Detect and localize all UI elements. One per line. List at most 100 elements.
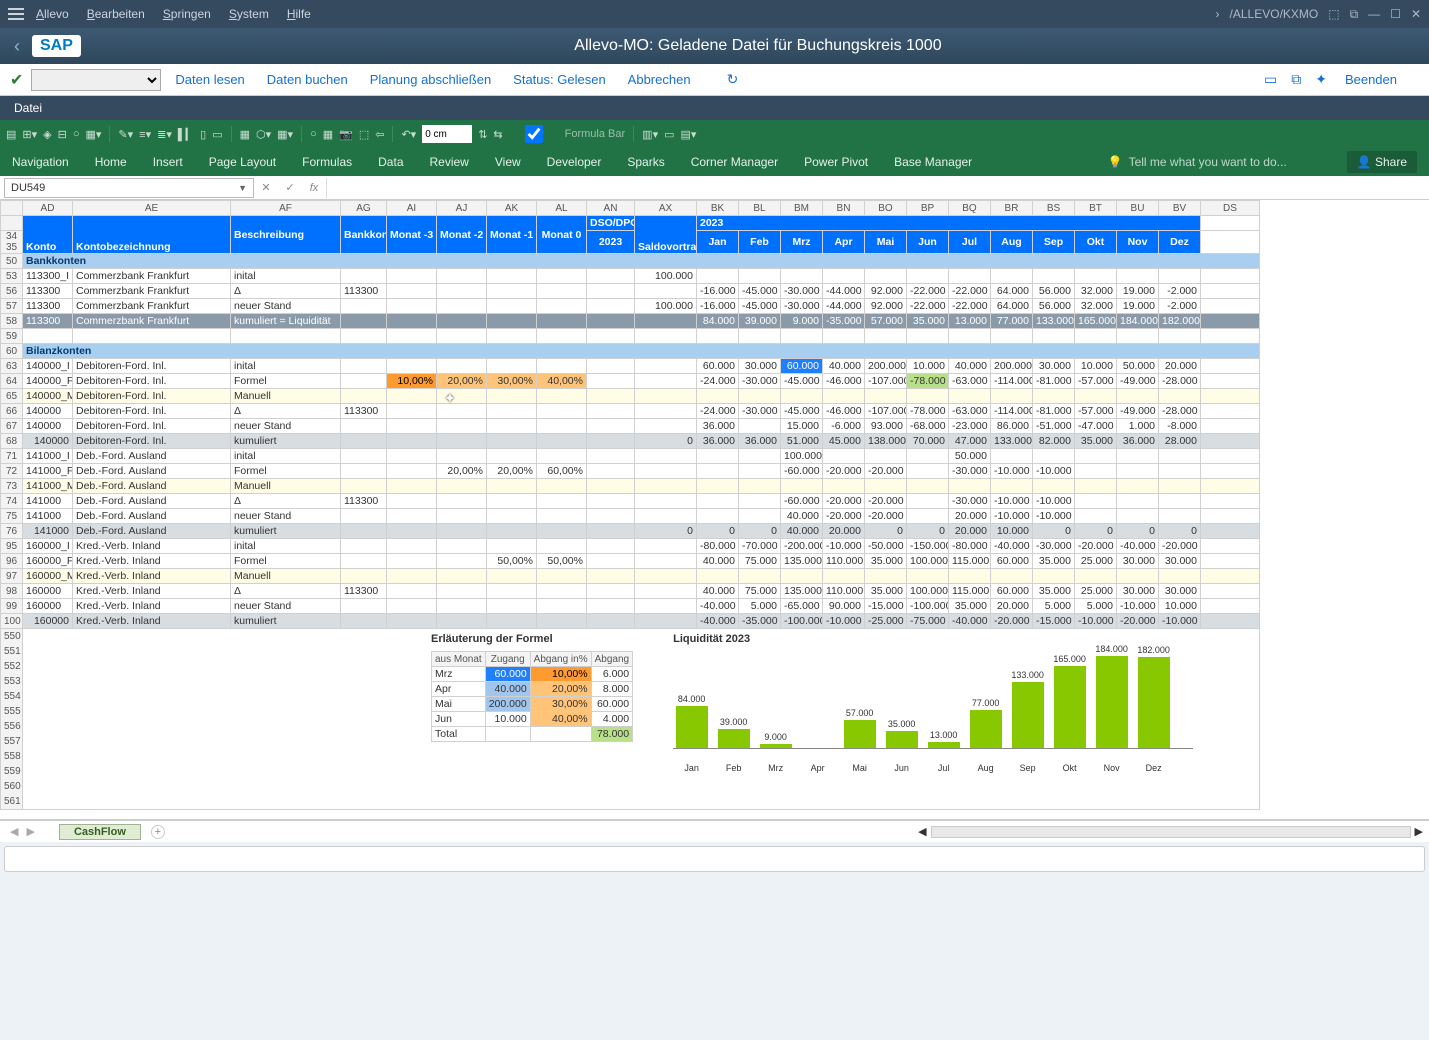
- layout-icon[interactable]: ▦▾: [86, 128, 102, 141]
- col-head[interactable]: DS: [1201, 201, 1260, 216]
- window-icon[interactable]: ▭: [1264, 71, 1277, 88]
- scroll-right-icon[interactable]: ▶: [1415, 825, 1423, 838]
- menu-springen[interactable]: Springen: [163, 7, 211, 21]
- sheet-prev-icon[interactable]: ◀: [10, 825, 18, 838]
- link-daten-buchen[interactable]: Daten buchen: [267, 72, 348, 87]
- col-head[interactable]: BO: [865, 201, 907, 216]
- cells-icon[interactable]: ▦▾: [277, 128, 293, 141]
- fx-confirm-icon[interactable]: ✓: [278, 181, 302, 194]
- col-icon[interactable]: ▥▾: [642, 128, 658, 141]
- col-head[interactable]: BL: [739, 201, 781, 216]
- col-head[interactable]: AE: [73, 201, 231, 216]
- sheet-tab-cashflow[interactable]: CashFlow: [59, 824, 141, 840]
- vruler-icon[interactable]: ⇅: [478, 128, 487, 141]
- bar-icon[interactable]: ▌▎: [178, 128, 194, 141]
- tab-insert[interactable]: Insert: [153, 155, 183, 169]
- col-head[interactable]: BQ: [949, 201, 991, 216]
- pin-icon[interactable]: ⬚: [1328, 7, 1339, 21]
- tab-corner-manager[interactable]: Corner Manager: [691, 155, 778, 169]
- tab-base-manager[interactable]: Base Manager: [894, 155, 972, 169]
- tab-view[interactable]: View: [495, 155, 521, 169]
- col-head[interactable]: AX: [635, 201, 697, 216]
- menu-bearbeiten[interactable]: Bearbeiten: [87, 7, 145, 21]
- refresh-icon[interactable]: ↻: [727, 71, 739, 88]
- tab-power-pivot[interactable]: Power Pivot: [804, 155, 868, 169]
- empty-select[interactable]: [31, 69, 161, 91]
- external-icon[interactable]: ⧉: [1350, 7, 1359, 22]
- col-head[interactable]: AI: [387, 201, 437, 216]
- sheet-next-icon[interactable]: ▶: [26, 825, 34, 838]
- scroll-left-icon[interactable]: ◀: [918, 825, 926, 838]
- col-head[interactable]: BP: [907, 201, 949, 216]
- col-head[interactable]: AF: [231, 201, 341, 216]
- calc-icon[interactable]: ▦: [240, 128, 250, 141]
- doc-icon[interactable]: ▯: [200, 128, 206, 141]
- name-box[interactable]: DU549▼: [4, 178, 254, 198]
- col-head[interactable]: BU: [1117, 201, 1159, 216]
- formula-input[interactable]: [326, 178, 1429, 198]
- tab-developer[interactable]: Developer: [547, 155, 602, 169]
- list-icon[interactable]: ≣▾: [157, 128, 172, 141]
- doc2-icon[interactable]: ▭: [212, 128, 222, 141]
- tab-data[interactable]: Data: [378, 155, 403, 169]
- back-icon[interactable]: ‹: [14, 36, 20, 57]
- tab-review[interactable]: Review: [430, 155, 469, 169]
- tab-sparks[interactable]: Sparks: [627, 155, 664, 169]
- eq-icon[interactable]: ≡▾: [139, 128, 151, 141]
- col-head[interactable]: AN: [587, 201, 635, 216]
- col-head[interactable]: AK: [487, 201, 537, 216]
- tab-formulas[interactable]: Formulas: [302, 155, 352, 169]
- save-icon[interactable]: ▤: [6, 128, 16, 141]
- check-icon[interactable]: ✔: [10, 70, 23, 90]
- col-head[interactable]: BS: [1033, 201, 1075, 216]
- hruler-icon[interactable]: ⇆: [493, 128, 502, 141]
- menu-icon[interactable]: [8, 8, 24, 20]
- center-icon[interactable]: ◈: [43, 128, 51, 141]
- col-head[interactable]: AD: [23, 201, 73, 216]
- tab-navigation[interactable]: Navigation: [12, 155, 69, 169]
- maximize-icon[interactable]: ☐: [1390, 7, 1401, 21]
- tab-page-layout[interactable]: Page Layout: [209, 155, 276, 169]
- col-head[interactable]: BM: [781, 201, 823, 216]
- ribbon-measure-input[interactable]: [422, 125, 472, 143]
- share-button[interactable]: 👤 Share: [1347, 151, 1417, 173]
- horizontal-scrollbar[interactable]: ◀ ▶: [918, 825, 1423, 838]
- close-icon[interactable]: ✕: [1411, 7, 1421, 21]
- paint-icon[interactable]: ✎▾: [118, 128, 133, 141]
- col-head[interactable]: BR: [991, 201, 1033, 216]
- spreadsheet-grid[interactable]: ADAEAFAGAIAJAKALANAXBKBLBMBNBOBPBQBRBSBT…: [0, 200, 1429, 820]
- link-planung-abschließen[interactable]: Planung abschließen: [370, 72, 491, 87]
- popup-icon[interactable]: ⧉: [1291, 71, 1301, 88]
- search-label[interactable]: Tell me what you want to do...: [1129, 155, 1287, 169]
- undo-icon[interactable]: ↶▾: [401, 128, 416, 141]
- col-head[interactable]: [1, 201, 23, 216]
- link-daten-lesen[interactable]: Daten lesen: [175, 72, 244, 87]
- col-head[interactable]: BV: [1159, 201, 1201, 216]
- minimize-icon[interactable]: —: [1368, 7, 1380, 21]
- menu-hilfe[interactable]: Hilfe: [287, 7, 311, 21]
- exit-link[interactable]: Beenden: [1345, 72, 1397, 87]
- grid-icon[interactable]: ⊞▾: [22, 128, 37, 141]
- menu-allevo[interactable]: Allevo: [36, 7, 69, 21]
- formula-bar-checkbox[interactable]: [509, 125, 559, 143]
- tree-icon[interactable]: ⊟: [58, 128, 67, 141]
- link-status:-gelesen[interactable]: Status: Gelesen: [513, 72, 606, 87]
- fx-cancel-icon[interactable]: ✕: [254, 181, 278, 194]
- col-head[interactable]: AJ: [437, 201, 487, 216]
- add-sheet-icon[interactable]: +: [151, 825, 165, 839]
- circle-icon[interactable]: ○: [73, 128, 80, 140]
- hex-icon[interactable]: ⬡▾: [256, 128, 271, 141]
- table-icon[interactable]: ▦: [323, 128, 333, 141]
- doc4-icon[interactable]: ▤▾: [681, 128, 697, 141]
- star-icon[interactable]: ✦: [1315, 71, 1327, 88]
- col-head[interactable]: AG: [341, 201, 387, 216]
- up-icon[interactable]: ⬚: [359, 128, 369, 141]
- datei-bar[interactable]: Datei: [0, 96, 1429, 120]
- chevron-down-icon[interactable]: ▼: [238, 183, 247, 193]
- back2-icon[interactable]: ⇦: [375, 128, 384, 141]
- col-head[interactable]: BK: [697, 201, 739, 216]
- camera-icon[interactable]: 📷: [339, 128, 353, 141]
- col-head[interactable]: AL: [537, 201, 587, 216]
- dot-icon[interactable]: ○: [310, 128, 317, 140]
- doc3-icon[interactable]: ▭: [664, 128, 674, 141]
